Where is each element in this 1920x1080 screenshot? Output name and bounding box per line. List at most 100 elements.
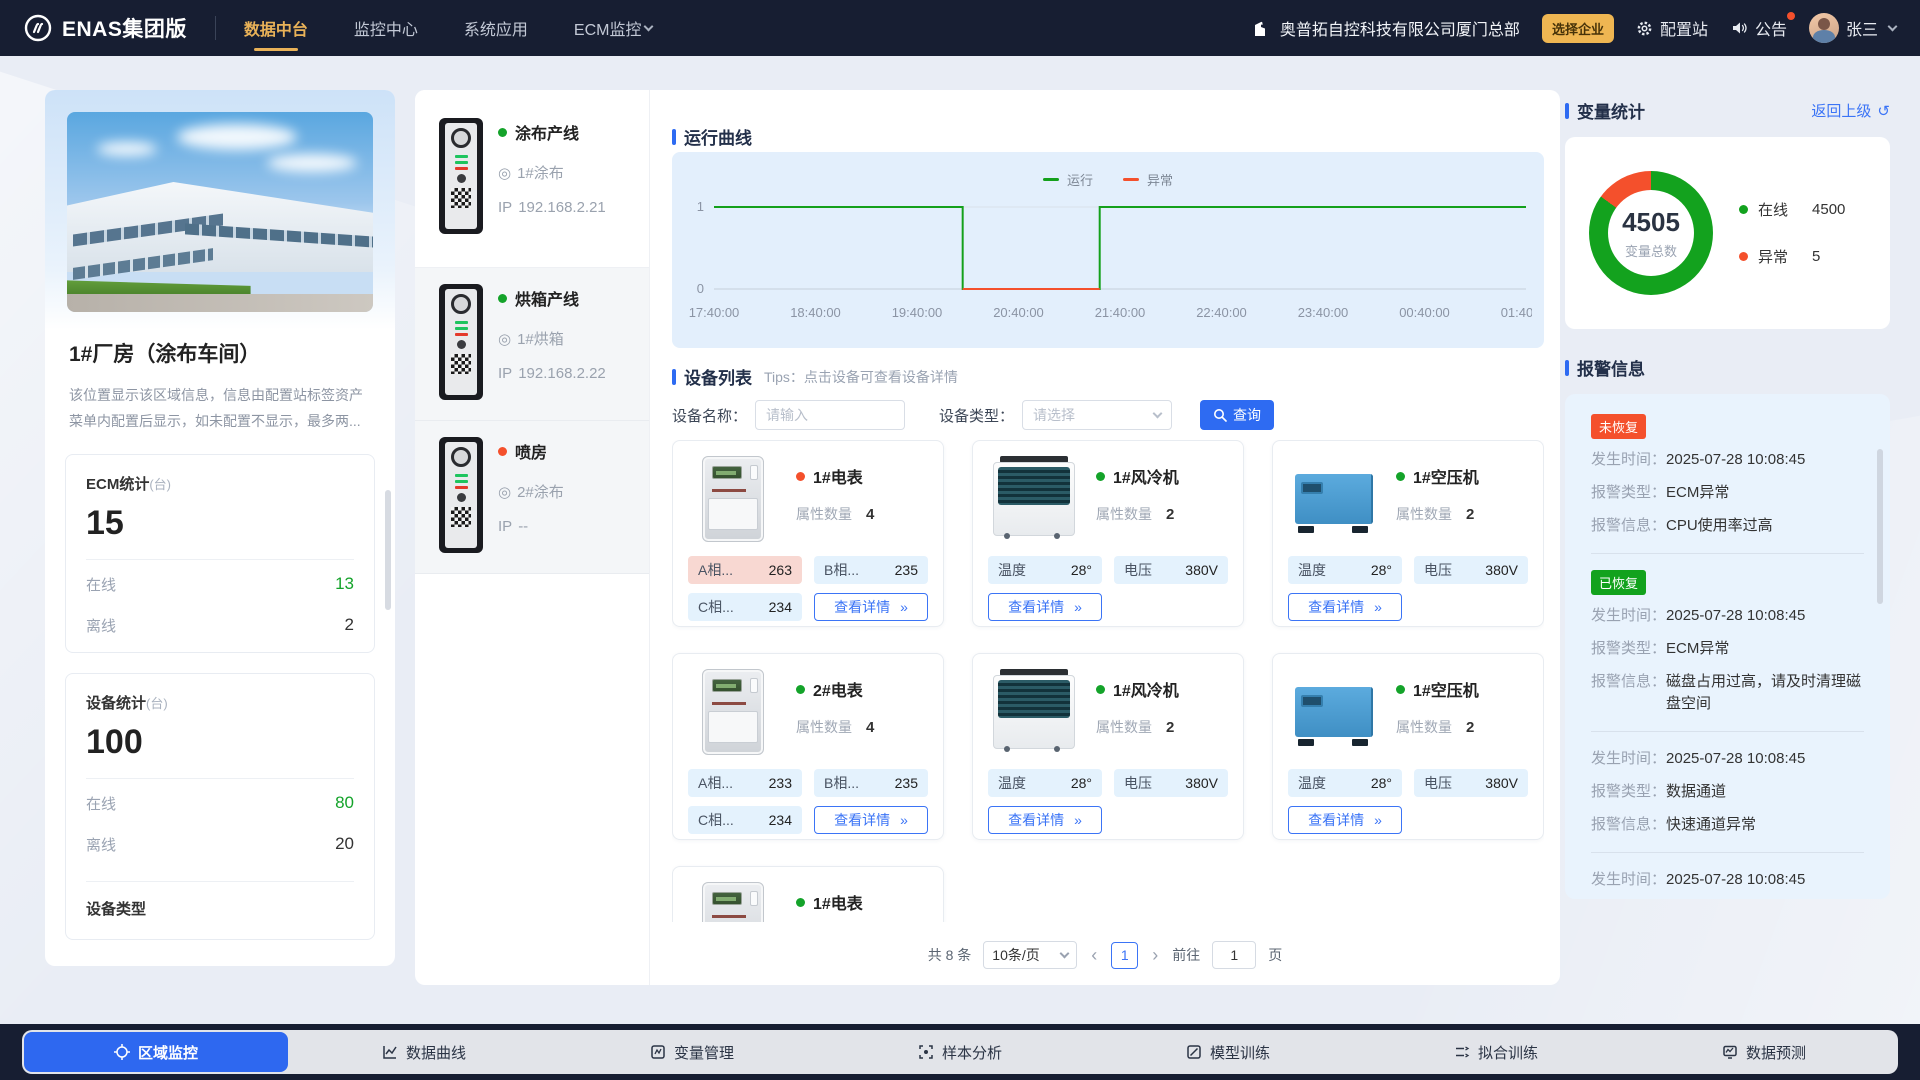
legend-item[interactable]: 运行: [1043, 170, 1093, 189]
controller-device-image: [439, 284, 483, 400]
attr-count: 属性数量2: [1096, 717, 1179, 737]
right-column: 变量统计 返回上级 ↺ 4505 变量总数 在线4500 异常5 报警信息 未: [1565, 90, 1890, 899]
attr-count: 属性数量4: [796, 504, 874, 524]
line-item-0[interactable]: 涂布产线 ◎1#涂布 IP192.168.2.21: [415, 90, 649, 268]
alarm-item-1: 已恢复 发生时间：2025-07-28 10:08:45 报警类型：ECM异常 …: [1591, 570, 1864, 732]
chevron-down-icon: [1060, 948, 1070, 958]
search-button[interactable]: 查询: [1200, 400, 1274, 430]
nav-item-0[interactable]: 数据中台: [244, 0, 308, 56]
legend-item[interactable]: 异常: [1123, 170, 1173, 189]
select-company-button[interactable]: 选择企业: [1542, 14, 1614, 43]
alarm-scrollbar[interactable]: [1877, 449, 1883, 604]
attr-chip: 温度28°: [1288, 556, 1402, 584]
compressor-device-image: [1288, 667, 1380, 759]
double-arrow-icon: »: [900, 599, 908, 615]
nav-item-3[interactable]: ECM监控: [574, 0, 653, 56]
attr-chip: 电压380V: [1414, 556, 1528, 584]
search-icon: [1213, 408, 1227, 422]
chevron-down-icon: [1153, 408, 1163, 418]
meter-device-image: [688, 454, 780, 546]
view-detail-button[interactable]: 查看详情»: [1288, 806, 1402, 834]
stat-row: 离线 20: [86, 824, 354, 865]
svg-text:17:40:00: 17:40:00: [689, 305, 740, 320]
status-dot: [498, 128, 507, 137]
device-card-5[interactable]: 1#空压机 属性数量2 温度28° 电压380V 查看详情»: [1272, 653, 1544, 840]
nav-item-1[interactable]: 监控中心: [354, 0, 418, 56]
dock-item-predict[interactable]: 数据预测: [1632, 1032, 1896, 1072]
stat-card-title: ECM统计(台): [86, 473, 354, 494]
device-card-4[interactable]: 1#风冷机 属性数量2 温度28° 电压380V 查看详情»: [972, 653, 1244, 840]
variable-stats-title: 变量统计: [1577, 98, 1645, 123]
line-item-2[interactable]: 喷房 ◎2#涂布 IP--: [415, 421, 649, 574]
goto-page-input[interactable]: [1212, 941, 1256, 969]
alarm-field: 发生时间：2025-07-28 10:08:45: [1591, 869, 1864, 891]
config-站-button[interactable]: 配置站: [1636, 16, 1708, 40]
dock-item-variable[interactable]: 变量管理: [560, 1032, 824, 1072]
logo-icon: [24, 14, 52, 42]
legend-dot: [1739, 205, 1748, 214]
building-icon: [1250, 18, 1270, 38]
notice-button[interactable]: 公告: [1730, 16, 1787, 40]
alarm-list-panel: 未恢复 发生时间：2025-07-28 10:08:45 报警类型：ECM异常 …: [1565, 394, 1890, 899]
device-card-1[interactable]: 1#风冷机 属性数量2 温度28° 电压380V 查看详情»: [972, 440, 1244, 627]
alarm-field: 报警类型：ECM异常: [1591, 482, 1864, 504]
page-unit-label: 页: [1268, 945, 1282, 965]
attr-chip: 温度28°: [988, 769, 1102, 797]
dock-item-curve[interactable]: 数据曲线: [292, 1032, 556, 1072]
svg-text:20:40:00: 20:40:00: [993, 305, 1044, 320]
variable-total-label: 变量总数: [1625, 241, 1677, 260]
chevron-down-icon: [1888, 21, 1898, 31]
run-curve-chart: 运行 异常 1017:40:0018:40:0019:40:0020:40:00…: [672, 152, 1544, 348]
line-item-1[interactable]: 烘箱产线 ◎1#烘箱 IP192.168.2.22: [415, 268, 649, 421]
stat-row: 在线 80: [86, 783, 354, 824]
device-card-2[interactable]: 1#空压机 属性数量2 温度28° 电压380V 查看详情»: [1272, 440, 1544, 627]
view-detail-button[interactable]: 查看详情»: [814, 593, 928, 621]
view-detail-button[interactable]: 查看详情»: [988, 593, 1102, 621]
section-accent-bar: [672, 129, 676, 145]
back-to-parent-link[interactable]: 返回上级 ↺: [1811, 100, 1890, 121]
device-card-6[interactable]: 1#电表 属性数量4: [672, 866, 944, 922]
cooler-device-image: [988, 454, 1080, 546]
attr-count: 属性数量4: [796, 717, 874, 737]
variable-total: 4505: [1622, 207, 1680, 238]
run-curve-header: 运行曲线: [672, 124, 752, 149]
region-description: 该位置显示该区域信息，信息由配置站标签资产菜单内配置后显示，如未配置不显示，最多…: [45, 368, 395, 434]
attr-chip: A相...233: [688, 769, 802, 797]
view-detail-button[interactable]: 查看详情»: [814, 806, 928, 834]
device-name: 1#电表: [796, 890, 874, 914]
device-type-select[interactable]: 请选择: [1022, 400, 1172, 430]
prev-page-button[interactable]: ‹: [1089, 945, 1099, 966]
page-size-select[interactable]: 10条/页: [983, 941, 1077, 969]
dock-item-region[interactable]: 区域监控: [24, 1032, 288, 1072]
device-card-0[interactable]: 1#电表 属性数量4 A相...263 B相...235 C相...234 查看…: [672, 440, 944, 627]
nav-item-2[interactable]: 系统应用: [464, 0, 528, 56]
chevron-down-icon: [644, 21, 654, 31]
cooler-device-image: [988, 667, 1080, 759]
main-content: 1#厂房（涂布车间） 该位置显示该区域信息，信息由配置站标签资产菜单内配置后显示…: [0, 56, 1920, 1024]
current-page-button[interactable]: 1: [1111, 942, 1138, 969]
device-card-3[interactable]: 2#电表 属性数量4 A相...233 B相...235 C相...234 查看…: [672, 653, 944, 840]
status-dot: [498, 447, 507, 456]
run-curve-title: 运行曲线: [684, 124, 752, 149]
stat-card-extra: 设备类型: [86, 886, 354, 933]
alarm-field: 报警信息：磁盘占用过高，请及时清理磁盘空间: [1591, 671, 1864, 715]
run-curve-plot: 1017:40:0018:40:0019:40:0020:40:0021:40:…: [684, 191, 1532, 339]
user-menu[interactable]: 张三: [1809, 13, 1896, 43]
left-panel-scrollbar[interactable]: [385, 490, 391, 610]
dock-item-model[interactable]: 模型训练: [1096, 1032, 1360, 1072]
user-name: 张三: [1846, 16, 1878, 40]
variable-legend-row: 在线4500: [1739, 199, 1845, 220]
view-detail-button[interactable]: 查看详情»: [988, 806, 1102, 834]
dock-item-sample[interactable]: 样本分析: [828, 1032, 1092, 1072]
attr-chip: C相...234: [688, 806, 802, 834]
app-logo: ENAS集团版: [24, 13, 187, 43]
alarm-field: 报警信息：快速通道异常: [1591, 814, 1864, 836]
dock-item-fit[interactable]: 拟合训练: [1364, 1032, 1628, 1072]
top-navbar: ENAS集团版 数据中台 监控中心 系统应用 ECM监控 奥普拓自控科技有限公司…: [0, 0, 1920, 56]
view-detail-button[interactable]: 查看详情»: [1288, 593, 1402, 621]
attr-count: 属性数量2: [1396, 717, 1479, 737]
variable-donut-chart: 4505 变量总数: [1589, 171, 1713, 295]
device-name: 1#空压机: [1396, 677, 1479, 701]
device-name-input[interactable]: [755, 400, 905, 430]
next-page-button[interactable]: ›: [1150, 945, 1160, 966]
